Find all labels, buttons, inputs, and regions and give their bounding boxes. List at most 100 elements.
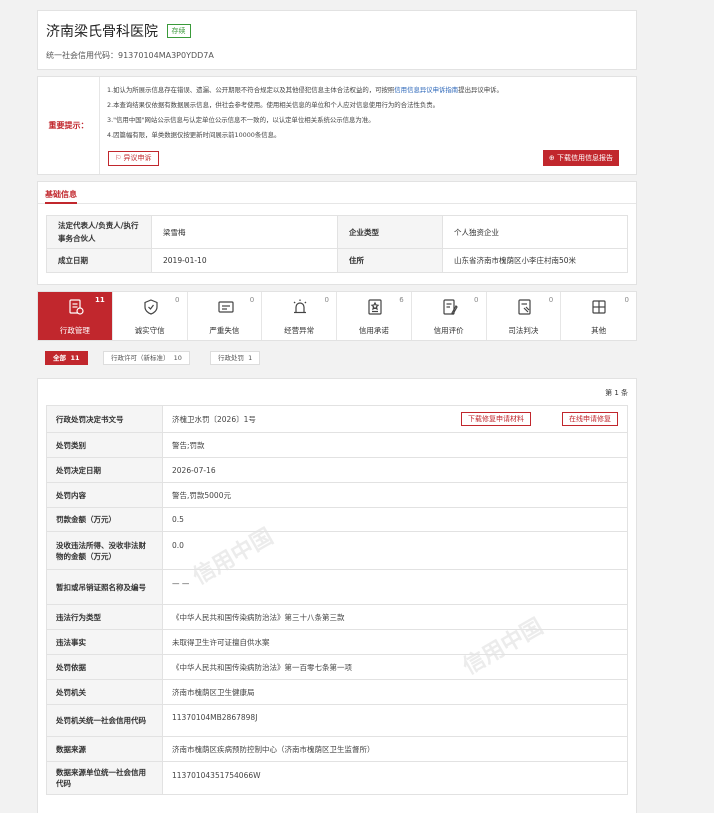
tab-label: 司法判决 [508, 326, 539, 335]
basic-info-title: 基础信息 [45, 190, 77, 199]
commitment-icon [368, 299, 382, 315]
tab-label: 经营异常 [284, 326, 315, 335]
detail-key: 数据来源 [46, 736, 163, 762]
table-row: 处罚类别 警告;罚款 [46, 432, 628, 458]
tab-label: 行政管理 [59, 326, 90, 335]
appeal-button-label: 异议申诉 [123, 154, 152, 162]
tab-count: 0 [249, 296, 255, 304]
detail-value: 《中华人民共和国传染病防治法》第三十八条第三款 [162, 604, 628, 630]
online-repair-button[interactable]: 在线申请修复 [562, 412, 618, 426]
tab-honest[interactable]: 0 诚实守信 [112, 292, 188, 340]
admin-doc-icon [69, 299, 84, 315]
penalty-detail: 信用中国 信用中国 第 1 条 行政处罚决定书文号 济槐卫水罚〔2026〕1号 … [37, 378, 637, 813]
tab-count: 11 [95, 296, 105, 304]
tab-other[interactable]: 0 其他 [561, 292, 636, 340]
tab-abnormal[interactable]: 0 经营异常 [262, 292, 337, 340]
table-row: 没收违法所得、没收非法财物的金额（万元） 0.0 [46, 531, 628, 570]
basic-info-divider [38, 202, 636, 204]
table-row: 处罚机关 济南市槐荫区卫生健康局 [46, 679, 628, 705]
detail-key: 没收违法所得、没收非法财物的金额（万元） [46, 531, 163, 570]
notice-line-3: 3."信用中国"网站公示信息与认定单位公示信息不一致的，以认定单位相关系统公示信… [107, 116, 375, 124]
tab-label: 信用承诺 [358, 326, 389, 335]
detail-value: 《中华人民共和国传染病防治法》第一百零七条第一项 [162, 654, 628, 680]
tab-admin[interactable]: 11 行政管理 [38, 292, 113, 340]
warning-card-icon [217, 301, 234, 313]
filter-all[interactable]: 全部 11 [45, 351, 88, 365]
judgment-icon [517, 299, 531, 315]
company-header: 济南梁氏骨科医院 存续 统一社会信用代码：91370104MA3P0YDD7A [37, 10, 637, 70]
table-row: 数据来源单位统一社会信用代码 11370104351754066W [46, 761, 628, 795]
important-notice: 重要提示： 1.如认为所展示信息存在错误、遗漏、公开期限不符合规定以及其他侵犯信… [37, 76, 637, 175]
detail-value: 11370104351754066W [162, 761, 628, 795]
other-icon [592, 300, 606, 314]
table-row: 处罚决定日期 2026-07-16 [46, 457, 628, 483]
detail-value: 警告,罚款5000元 [162, 482, 628, 508]
tab-count: 0 [324, 296, 329, 304]
table-row: 成立日期 2019-01-10 住所 山东省济南市槐荫区小李庄村南50米 [46, 248, 628, 273]
shield-icon [144, 299, 158, 315]
tab-judgment[interactable]: 0 司法判决 [486, 292, 562, 340]
detail-value: 济槐卫水罚〔2026〕1号 下载修复申请材料 在线申请修复 [162, 405, 628, 433]
detail-value: 0.5 [162, 507, 628, 532]
tab-label: 诚实守信 [134, 326, 165, 335]
basic-value: 个人独资企业 [442, 215, 628, 249]
appeal-button[interactable]: ⚐ 异议申诉 [108, 151, 159, 166]
detail-value: 济南市槐荫区卫生健康局 [162, 679, 628, 705]
filter-label: 行政许可（新标准） [111, 354, 170, 362]
basic-key: 企业类型 [337, 215, 443, 249]
appeal-guide-link[interactable]: 信用信息异议申诉指南 [394, 86, 458, 94]
penalty-table: 行政处罚决定书文号 济槐卫水罚〔2026〕1号 下载修复申请材料 在线申请修复 … [46, 405, 628, 795]
tab-evaluation[interactable]: 0 信用评价 [411, 292, 487, 340]
alarm-light-icon [293, 299, 307, 314]
filter-label: 全部 [53, 354, 66, 362]
detail-key: 数据来源单位统一社会信用代码 [46, 761, 163, 795]
table-row: 暂扣或吊销证照名称及编号 — — [46, 569, 628, 605]
notice-line-1: 1.如认为所展示信息存在错误、遗漏、公开期限不符合规定以及其他侵犯信息主体合法权… [107, 83, 628, 98]
detail-value: 2026-07-16 [162, 457, 628, 483]
basic-value: 梁雪梅 [151, 215, 338, 249]
detail-key: 处罚依据 [46, 654, 163, 680]
detail-value-text: 济槐卫水罚〔2026〕1号 [172, 414, 256, 424]
table-row: 罚款金额（万元） 0.5 [46, 507, 628, 532]
notice-line-1-post: 提出异议申诉。 [458, 86, 503, 94]
credit-code-line: 统一社会信用代码：91370104MA3P0YDD7A [46, 50, 628, 61]
download-repair-materials-button[interactable]: 下载修复申请材料 [461, 412, 531, 426]
record-indicator: 第 1 条 [605, 389, 628, 397]
tab-commitment[interactable]: 6 信用承诺 [337, 292, 412, 340]
detail-value: 济南市槐荫区疾病预防控制中心（济南市槐荫区卫生监督所） [162, 736, 628, 762]
table-row: 处罚机关统一社会信用代码 11370104MB2867898J [46, 704, 628, 737]
sub-filters: 全部 11 行政许可（新标准） 10 行政处罚 1 [37, 345, 637, 375]
table-row: 违法行为类型 《中华人民共和国传染病防治法》第三十八条第三款 [46, 604, 628, 630]
tab-serious[interactable]: 0 严重失信 [187, 292, 263, 340]
tab-count: 0 [175, 296, 180, 304]
notice-label: 重要提示： [38, 77, 100, 174]
download-icon: ⊕ [548, 154, 557, 162]
basic-info-table: 法定代表人/负责人/执行事务合伙人 梁雪梅 企业类型 个人独资企业 成立日期 2… [46, 215, 628, 273]
detail-value: 警告;罚款 [162, 432, 628, 458]
table-row: 违法事实 未取得卫生许可证擅自供水案 [46, 629, 628, 655]
notice-line-1-pre: 1.如认为所展示信息存在错误、遗漏、公开期限不符合规定以及其他侵犯信息主体合法权… [107, 86, 395, 94]
detail-key: 违法事实 [46, 629, 163, 655]
table-row: 处罚依据 《中华人民共和国传染病防治法》第一百零七条第一项 [46, 654, 628, 680]
filter-license[interactable]: 行政许可（新标准） 10 [103, 351, 190, 365]
detail-value: 0.0 [162, 531, 628, 570]
filter-count: 10 [173, 354, 182, 362]
table-row: 行政处罚决定书文号 济槐卫水罚〔2026〕1号 下载修复申请材料 在线申请修复 [46, 405, 628, 433]
notice-body: 1.如认为所展示信息存在错误、遗漏、公开期限不符合规定以及其他侵犯信息主体合法权… [107, 83, 628, 143]
filter-penalty[interactable]: 行政处罚 1 [210, 351, 261, 365]
detail-key: 行政处罚决定书文号 [46, 405, 163, 433]
category-tabs: 11 行政管理 0 诚实守信 0 严重失信 0 经营异常 6 信用承诺 0 信用… [37, 291, 637, 341]
basic-value: 山东省济南市槐荫区小李庄村南50米 [442, 248, 628, 273]
tab-count: 6 [399, 296, 404, 304]
detail-key: 暂扣或吊销证照名称及编号 [46, 569, 163, 605]
appeal-icon: ⚐ [115, 154, 124, 162]
filter-count: 1 [248, 354, 253, 362]
download-report-button[interactable]: ⊕ 下载信用信息报告 [542, 150, 619, 166]
table-row: 法定代表人/负责人/执行事务合伙人 梁雪梅 企业类型 个人独资企业 [46, 215, 628, 249]
tab-count: 0 [474, 296, 479, 304]
basic-key: 住所 [337, 248, 443, 273]
detail-key: 处罚机关 [46, 679, 163, 705]
detail-value: 未取得卫生许可证擅自供水案 [162, 629, 628, 655]
evaluation-icon [443, 299, 458, 315]
status-badge: 存续 [166, 24, 191, 38]
